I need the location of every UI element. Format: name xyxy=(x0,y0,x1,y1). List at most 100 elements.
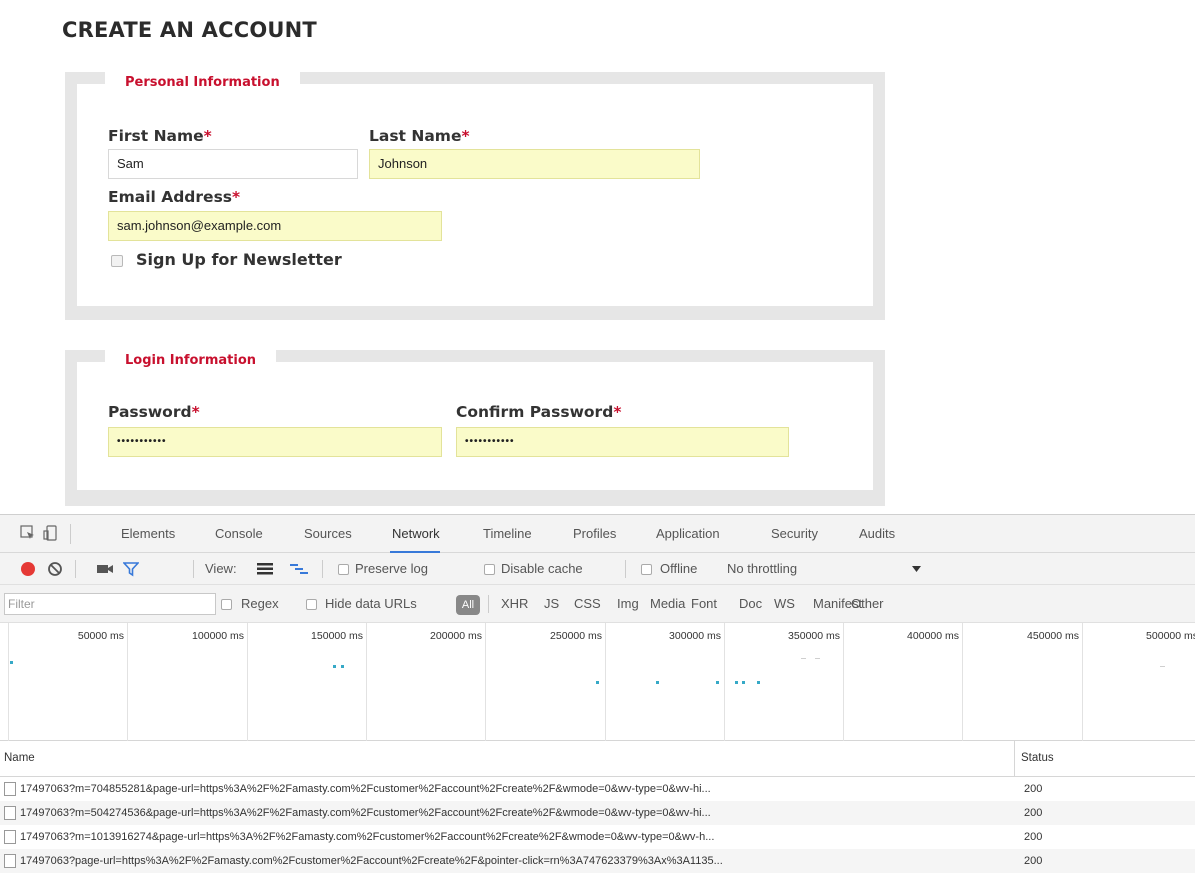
tab-sources[interactable]: Sources xyxy=(304,515,352,553)
filter-input[interactable]: Filter xyxy=(4,593,216,615)
toolbar-separator xyxy=(193,560,194,578)
timeline-request-mark xyxy=(10,661,13,664)
network-filter-bar: Filter Regex Hide data URLs All XHR JS CSS… xyxy=(0,585,1195,623)
required-mark: * xyxy=(232,188,241,206)
offline-label: Offline xyxy=(660,561,698,576)
login-information-legend: Login Information xyxy=(105,350,277,372)
timeline-tick-label: 400000 ms xyxy=(907,630,959,642)
tab-network[interactable]: Network xyxy=(390,515,440,553)
clear-icon[interactable] xyxy=(47,561,63,577)
page-title: CREATE AN ACCOUNT xyxy=(62,18,317,42)
timeline-request-mark xyxy=(333,665,336,668)
required-mark: * xyxy=(191,403,200,421)
timeline-tick-label: 50000 ms xyxy=(77,630,124,642)
tab-elements[interactable]: Elements xyxy=(121,515,175,553)
status-column-header[interactable]: Status xyxy=(1021,752,1054,764)
preserve-log-checkbox[interactable] xyxy=(338,564,349,575)
timeline-request-mark xyxy=(757,681,760,684)
filter-type-css[interactable]: CSS xyxy=(574,594,601,614)
document-icon xyxy=(4,806,16,820)
hide-data-urls-checkbox[interactable] xyxy=(306,599,317,610)
filter-all-button[interactable]: All xyxy=(456,595,480,615)
disable-cache-checkbox[interactable] xyxy=(484,564,495,575)
request-row[interactable]: 17497063?m=704855281&page-url=https%3A%2… xyxy=(0,777,1195,801)
preserve-log-label: Preserve log xyxy=(355,561,428,576)
toolbar-separator xyxy=(322,560,323,578)
confirm-password-label: Confirm Password* xyxy=(456,403,621,421)
throttling-select[interactable]: No throttling xyxy=(727,559,797,579)
filter-type-js[interactable]: JS xyxy=(544,594,559,614)
request-row[interactable]: 17497063?m=504274536&page-url=https%3A%2… xyxy=(0,801,1195,825)
newsletter-checkbox[interactable] xyxy=(111,255,123,267)
request-status: 200 xyxy=(1024,855,1043,867)
timeline-tick-label: 150000 ms xyxy=(311,630,363,642)
timeline-grid-line xyxy=(724,623,725,741)
request-row[interactable]: 17497063?m=1013916274&page-url=https%3A%… xyxy=(0,825,1195,849)
requests-table-body: 17497063?m=704855281&page-url=https%3A%2… xyxy=(0,777,1195,873)
network-toolbar: View: Preserve log Disable cache Offline… xyxy=(0,553,1195,585)
request-name[interactable]: 17497063?m=504274536&page-url=https%3A%2… xyxy=(20,801,1010,825)
tab-timeline[interactable]: Timeline xyxy=(483,515,532,553)
large-rows-icon[interactable] xyxy=(257,562,273,576)
timeline-tick-label: 250000 ms xyxy=(550,630,602,642)
filter-type-font[interactable]: Font xyxy=(691,594,717,614)
timeline-grid-line xyxy=(247,623,248,741)
request-name[interactable]: 17497063?m=704855281&page-url=https%3A%2… xyxy=(20,777,1010,801)
timeline-grid-line xyxy=(485,623,486,741)
filter-type-img[interactable]: Img xyxy=(617,594,639,614)
filter-type-doc[interactable]: Doc xyxy=(739,594,762,614)
timeline-tick-label: 350000 ms xyxy=(788,630,840,642)
record-icon[interactable] xyxy=(20,561,36,577)
request-status: 200 xyxy=(1024,807,1043,819)
email-address-input[interactable]: sam.johnson@example.com xyxy=(108,211,442,241)
document-icon xyxy=(4,830,16,844)
last-name-label: Last Name* xyxy=(369,127,470,145)
required-mark: * xyxy=(613,403,622,421)
filter-type-xhr[interactable]: XHR xyxy=(501,594,528,614)
filter-type-ws[interactable]: WS xyxy=(774,594,795,614)
tab-separator xyxy=(70,524,71,544)
offline-checkbox[interactable] xyxy=(641,564,652,575)
password-input[interactable]: ••••••••••• xyxy=(108,427,442,457)
hide-data-urls-label: Hide data URLs xyxy=(325,596,417,611)
toolbar-separator xyxy=(75,560,76,578)
filter-type-other[interactable]: Other xyxy=(851,594,884,614)
timeline-request-mark xyxy=(716,681,719,684)
device-mode-icon[interactable] xyxy=(43,525,59,541)
personal-information-legend: Personal Information xyxy=(105,72,300,94)
timeline-request-mark xyxy=(656,681,659,684)
last-name-input[interactable]: Johnson xyxy=(369,149,700,179)
timeline-grid-line xyxy=(843,623,844,741)
login-information-fieldset: Login Information xyxy=(65,350,885,506)
regex-checkbox[interactable] xyxy=(221,599,232,610)
inspect-element-icon[interactable] xyxy=(20,525,36,541)
request-name[interactable]: 17497063?page-url=https%3A%2F%2Famasty.c… xyxy=(20,849,1010,873)
tab-audits[interactable]: Audits xyxy=(859,515,895,553)
name-column-header[interactable]: Name xyxy=(4,752,35,764)
filter-icon[interactable] xyxy=(123,561,139,577)
capture-screenshots-icon[interactable] xyxy=(97,562,113,576)
first-name-input[interactable]: Sam xyxy=(108,149,358,179)
timeline-tick-label: 100000 ms xyxy=(192,630,244,642)
timeline-request-mark xyxy=(801,658,806,659)
timeline-tick-label: 200000 ms xyxy=(430,630,482,642)
tab-application[interactable]: Application xyxy=(656,515,720,553)
devtools-tab-bar: Elements Console Sources Network Timeline Pro… xyxy=(0,515,1195,553)
timeline-tick-label: 300000 ms xyxy=(669,630,721,642)
waterfall-overview-icon[interactable] xyxy=(290,562,308,576)
timeline-grid-line xyxy=(605,623,606,741)
regex-label: Regex xyxy=(241,596,279,611)
email-address-label: Email Address* xyxy=(108,188,240,206)
confirm-password-input[interactable]: ••••••••••• xyxy=(456,427,789,457)
disable-cache-label: Disable cache xyxy=(501,561,583,576)
request-name[interactable]: 17497063?m=1013916274&page-url=https%3A%… xyxy=(20,825,1010,849)
tab-security[interactable]: Security xyxy=(771,515,818,553)
request-row[interactable]: 17497063?page-url=https%3A%2F%2Famasty.c… xyxy=(0,849,1195,873)
required-mark: * xyxy=(203,127,212,145)
document-icon xyxy=(4,782,16,796)
chevron-down-icon[interactable] xyxy=(912,566,921,572)
filter-type-media[interactable]: Media xyxy=(650,594,685,614)
tab-profiles[interactable]: Profiles xyxy=(573,515,616,553)
toolbar-separator xyxy=(625,560,626,578)
tab-console[interactable]: Console xyxy=(215,515,263,553)
